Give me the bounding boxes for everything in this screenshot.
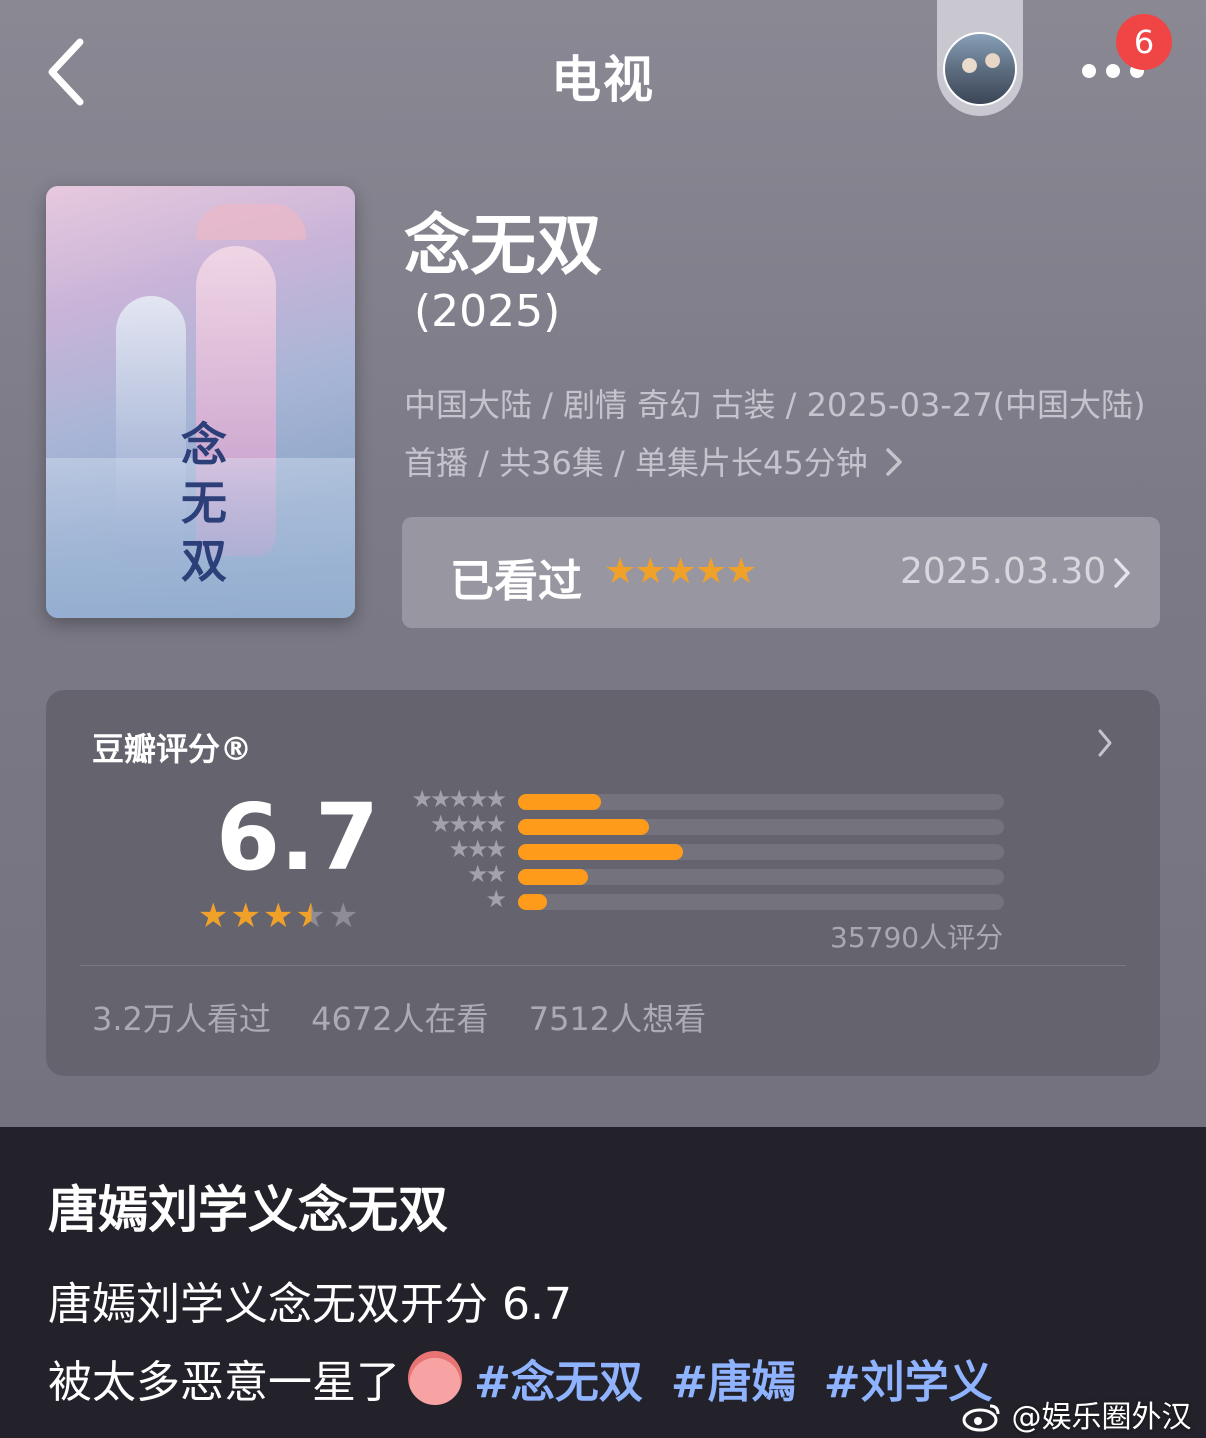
sweat-face-emoji-icon (408, 1351, 462, 1405)
show-year: (2025) (414, 286, 561, 337)
my-rating-stars: ★★★★★ (604, 551, 757, 592)
rating-score: 6.7 (216, 784, 379, 891)
weibo-logo-icon (962, 1404, 1000, 1432)
rating-bar-row: ★★ (396, 860, 1006, 888)
rating-count: 35790人评分 (830, 921, 1004, 954)
post-text-line2: 被太多恶意一星了 #念无双 #唐嫣 #刘学义 (48, 1346, 993, 1410)
rating-bar-fill (518, 794, 601, 810)
hashtag-link[interactable]: #唐嫣 (671, 1357, 796, 1408)
watched-count: 3.2万人看过 (92, 1000, 271, 1038)
rating-bar-fill (518, 819, 649, 835)
avatar-tab[interactable] (937, 0, 1023, 116)
post-title: 唐嫣刘学义念无双 (48, 1181, 448, 1239)
watching-count: 4672人在看 (311, 1000, 489, 1038)
rating-bar-track (518, 794, 1004, 810)
chevron-right-icon (1114, 558, 1130, 588)
rating-bar-stars: ★★★★★ (411, 785, 507, 813)
rating-bar-stars: ★★ (466, 860, 507, 888)
wish-count: 7512人想看 (528, 1000, 707, 1038)
ellipsis-icon (1082, 64, 1096, 78)
movie-header-section: 电视 6 念无双 念无双 (2025) 中国大陆 / 剧情 奇幻 古装 / 20… (0, 0, 1206, 1127)
rating-bar-stars: ★★★★ (429, 810, 507, 838)
rating-bar-stars: ★★★ (448, 835, 507, 863)
watermark: @娱乐圈外汉 (962, 1392, 1192, 1436)
post-text: 被太多恶意一星了 (48, 1357, 400, 1408)
star-icon: ★ (327, 896, 361, 936)
rating-bar-track (518, 894, 1004, 910)
watermark-text: @娱乐圈外汉 (1011, 1400, 1192, 1435)
show-meta-text: 中国大陆 / 剧情 奇幻 古装 / 2025-03-27(中国大陆) 首播 / … (404, 386, 1146, 482)
poster-calligraphy-title: 念无双 (181, 418, 227, 588)
rating-bar-fill (518, 869, 588, 885)
hashtag-link[interactable]: #念无双 (474, 1357, 643, 1408)
page-title: 电视 (551, 51, 655, 109)
star-icon: ★ (295, 896, 328, 936)
post-text-line1: 唐嫣刘学义念无双开分 6.7 (48, 1279, 572, 1330)
rating-bar-row: ★★★★★ (396, 785, 1006, 813)
chevron-right-icon (1098, 729, 1112, 757)
rating-bar-row: ★★★★ (396, 810, 1006, 838)
show-title: 念无双 (404, 207, 602, 284)
rating-bar-track (518, 819, 1004, 835)
avatar (943, 32, 1017, 106)
divider (80, 965, 1126, 966)
rating-stats: 3.2万人看过 4672人在看 7512人想看 (92, 994, 736, 1040)
watched-date: 2025.03.30 (900, 551, 1107, 592)
rating-bar-fill (518, 894, 547, 910)
rating-bar-track (518, 844, 1004, 860)
show-meta-info[interactable]: 中国大陆 / 剧情 奇幻 古装 / 2025-03-27(中国大陆) 首播 / … (404, 376, 1154, 492)
rating-bar-row: ★★★ (396, 835, 1006, 863)
watched-label: 已看过 (450, 556, 582, 607)
douban-rating-card[interactable]: 豆瓣评分® 6.7 ★★★★★ ★★★★★ ★★★★ ★★★ ★★ ★ 35790人评分… (46, 690, 1160, 1076)
chevron-right-icon (886, 448, 902, 476)
rating-bar-stars: ★ (485, 885, 506, 913)
poster-image[interactable]: 念无双 (46, 186, 355, 618)
rating-bar-track (518, 869, 1004, 885)
rating-bar-fill (518, 844, 683, 860)
notification-badge: 6 (1116, 14, 1172, 70)
rating-score-stars: ★★★★★ (198, 896, 360, 936)
rating-source-label: 豆瓣评分® (92, 730, 253, 768)
watched-status-button[interactable]: 已看过 ★★★★★ 2025.03.30 (402, 517, 1160, 628)
star-icon: ★ (230, 896, 263, 936)
star-icon: ★ (198, 896, 231, 936)
star-icon: ★ (262, 896, 296, 936)
rating-bar-row: ★ (396, 885, 1006, 913)
